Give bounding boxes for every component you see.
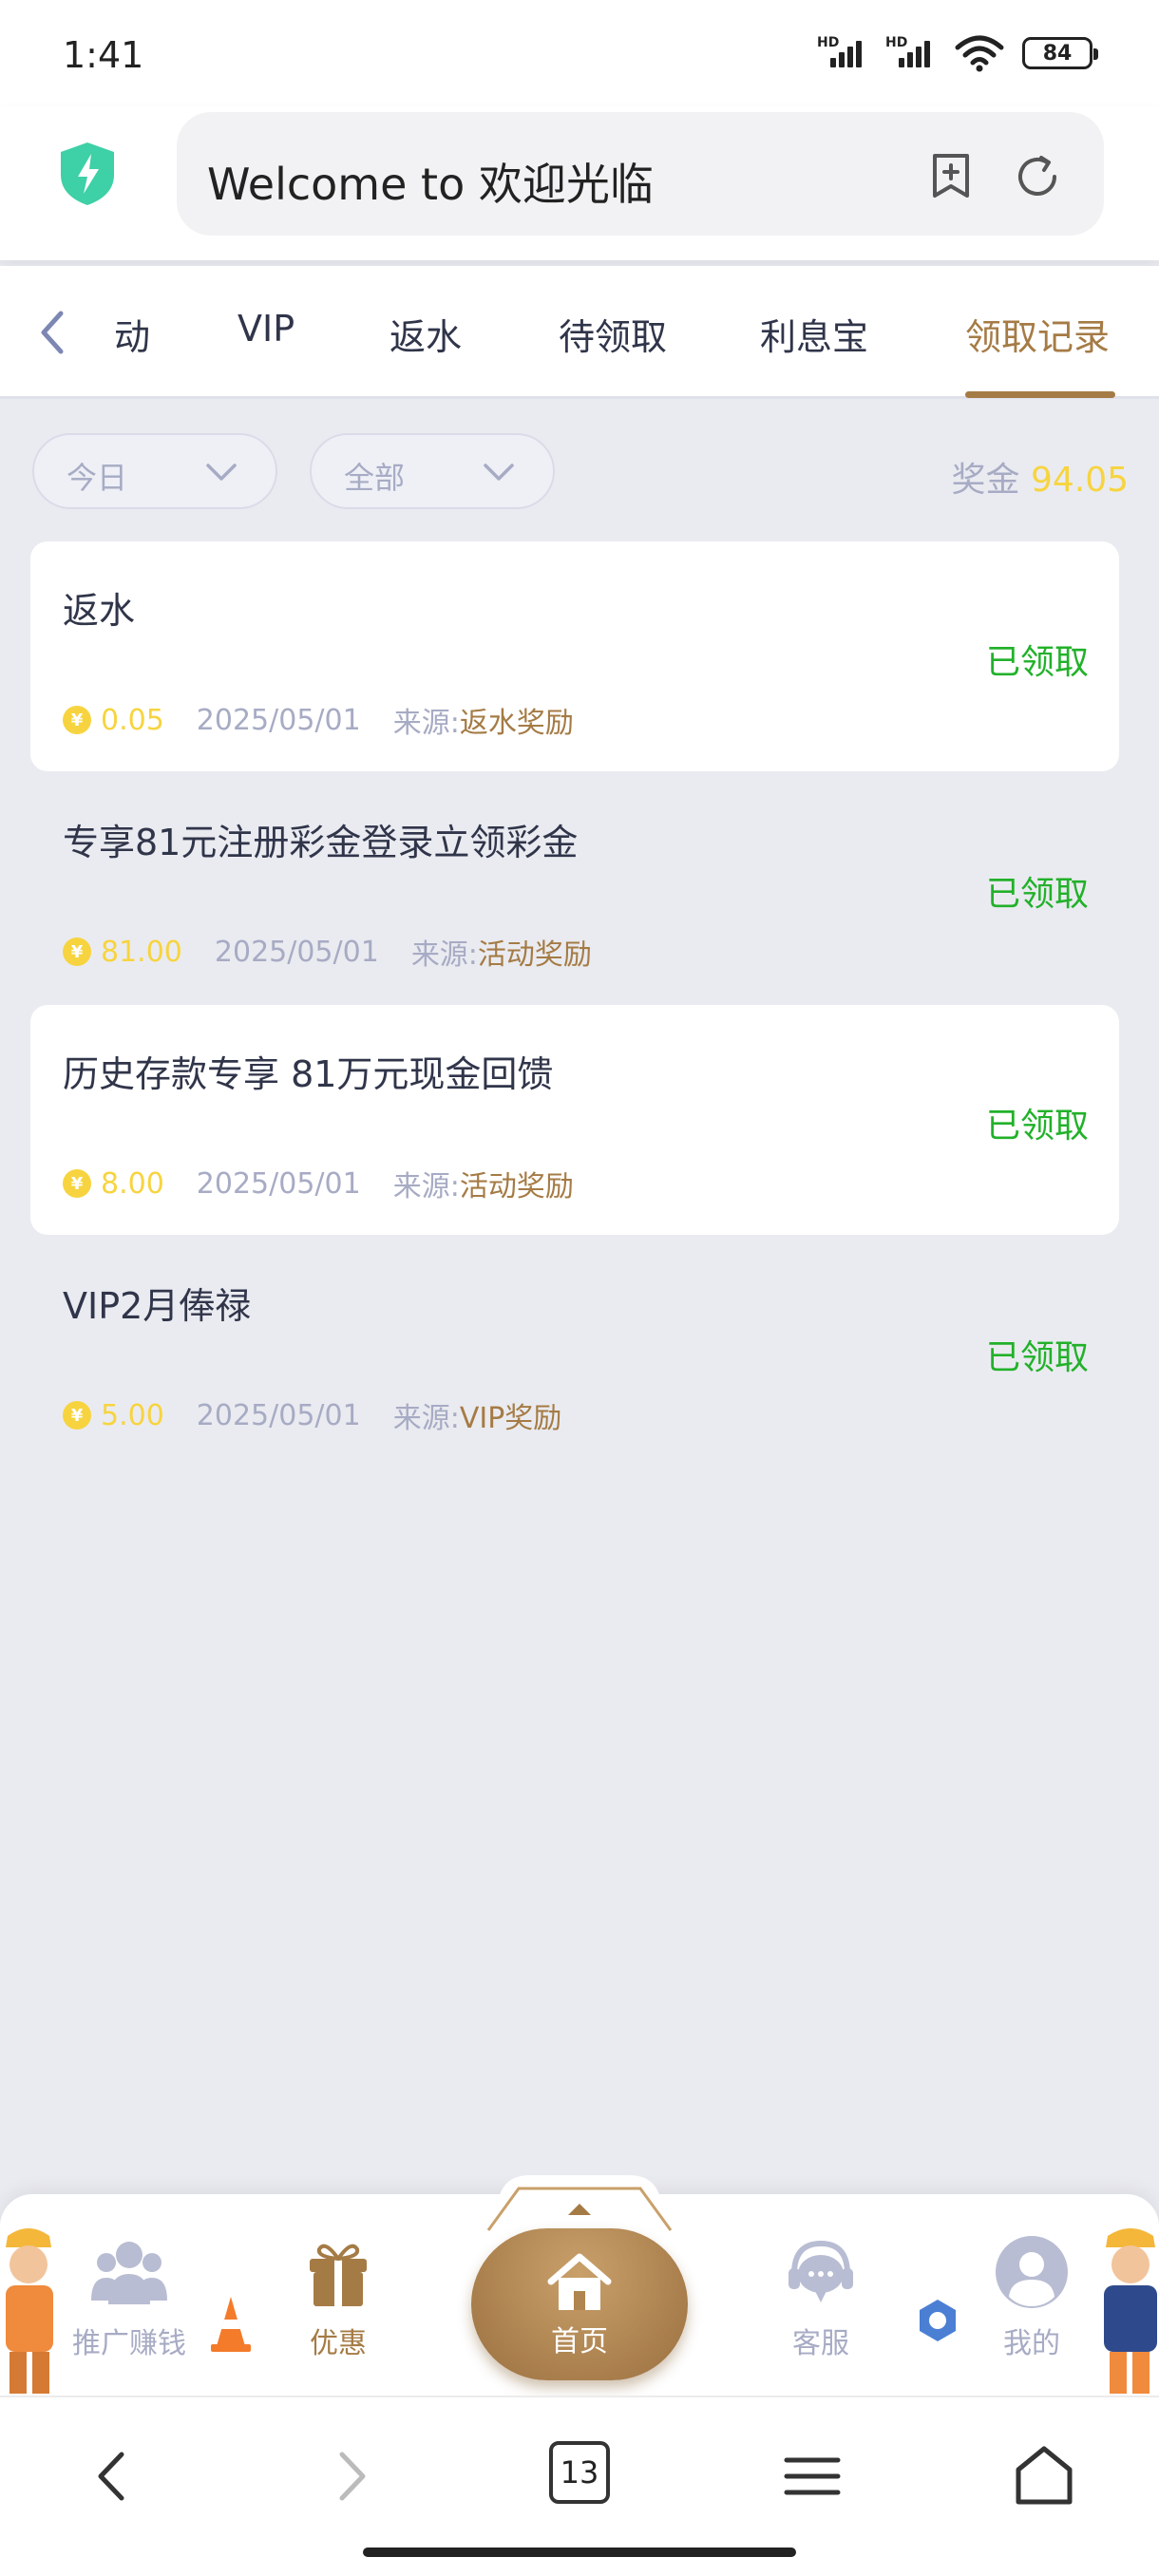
menu-icon[interactable] xyxy=(777,2441,847,2511)
chevron-down-icon xyxy=(484,464,514,481)
worker-illustration xyxy=(1104,2228,1157,2394)
nav-service-label: 客服 xyxy=(792,2327,849,2360)
record-title: 历史存款专享 81万元现金回馈 xyxy=(63,1053,554,1095)
home-icon xyxy=(547,2253,612,2310)
battery-icon: 84 xyxy=(1022,37,1098,69)
tab-activity[interactable]: 动 xyxy=(114,308,150,360)
bonus-total: 奖金 94.05 xyxy=(951,452,1129,502)
record-title: 专享81元注册彩金登录立领彩金 xyxy=(63,822,579,863)
record-amount: 0.05 xyxy=(101,703,164,737)
shield-icon[interactable] xyxy=(57,141,118,207)
bonus-label: 奖金 xyxy=(951,461,1020,500)
coin-icon: ¥ xyxy=(63,706,91,734)
tab-vip[interactable]: VIP xyxy=(238,308,294,350)
source-label: 来源: xyxy=(392,1170,460,1203)
reload-icon[interactable] xyxy=(1013,152,1062,201)
status-badge: 已领取 xyxy=(985,875,1089,914)
tab-count-button[interactable]: 13 xyxy=(549,2441,610,2504)
list-item: 返水 已领取 ¥ 0.05 2025/05/01 来源: 返水奖励 xyxy=(30,541,1119,771)
record-date: 2025/05/01 xyxy=(214,935,379,969)
headset-icon xyxy=(788,2240,853,2302)
source-value: 活动奖励 xyxy=(459,1170,574,1203)
record-amount: 81.00 xyxy=(101,935,182,969)
coin-icon: ¥ xyxy=(63,1169,91,1198)
source-value: 活动奖励 xyxy=(477,938,592,972)
traffic-cone-icon xyxy=(211,2297,251,2352)
tab-rebate[interactable]: 返水 xyxy=(390,308,462,360)
worker-illustration xyxy=(6,2228,53,2394)
record-title: 返水 xyxy=(63,590,136,632)
source-value: 返水奖励 xyxy=(459,707,574,740)
tab-claim-history[interactable]: 领取记录 xyxy=(965,308,1110,360)
record-meta: ¥ 81.00 2025/05/01 来源: 活动奖励 xyxy=(63,933,592,972)
coin-icon: ¥ xyxy=(63,1401,91,1430)
gift-icon xyxy=(310,2244,367,2306)
address-field[interactable]: Welcome to 欢迎光临 xyxy=(177,112,1104,236)
category-tabs: 动 VIP 返水 待领取 利息宝 领取记录 xyxy=(0,266,1159,399)
record-meta: ¥ 5.00 2025/05/01 来源: VIP奖励 xyxy=(63,1396,562,1435)
status-time: 1:41 xyxy=(63,34,144,76)
list-item: VIP2月俸禄 已领取 ¥ 5.00 2025/05/01 来源: VIP奖励 xyxy=(30,1237,1119,1467)
bonus-value: 94.05 xyxy=(1030,461,1129,500)
source-label: 来源: xyxy=(410,938,478,972)
forward-icon[interactable] xyxy=(314,2441,384,2511)
signal-icon: HD xyxy=(817,35,868,71)
tab-pending[interactable]: 待领取 xyxy=(559,308,667,360)
user-avatar-icon xyxy=(996,2236,1068,2308)
date-filter-dropdown[interactable]: 今日 xyxy=(32,433,277,509)
source-label: 来源: xyxy=(392,707,460,740)
status-bar: 1:41 HD HD 84 xyxy=(0,0,1159,106)
record-title: VIP2月俸禄 xyxy=(63,1285,252,1327)
status-icons: HD HD 84 xyxy=(817,34,1098,72)
record-meta: ¥ 0.05 2025/05/01 来源: 返水奖励 xyxy=(63,701,574,740)
nav-offers[interactable]: 优惠 xyxy=(262,2234,414,2377)
add-bookmark-icon[interactable] xyxy=(927,152,975,199)
home-label: 首页 xyxy=(551,2325,608,2358)
chevron-down-icon xyxy=(206,464,237,481)
date-filter-value: 今日 xyxy=(66,460,128,496)
users-icon xyxy=(91,2242,167,2304)
signal-icon: HD xyxy=(885,35,937,71)
back-icon[interactable] xyxy=(80,2441,150,2511)
tab-interest[interactable]: 利息宝 xyxy=(760,308,868,360)
source-label: 来源: xyxy=(392,1402,460,1435)
record-meta: ¥ 8.00 2025/05/01 来源: 活动奖励 xyxy=(63,1165,574,1203)
home-button[interactable]: 首页 xyxy=(471,2228,688,2380)
record-date: 2025/05/01 xyxy=(196,1166,361,1201)
record-date: 2025/05/01 xyxy=(196,1398,361,1432)
chevron-left-icon[interactable] xyxy=(34,308,68,357)
browser-address-bar: Welcome to 欢迎光临 xyxy=(0,106,1159,260)
hex-nut-icon xyxy=(920,2300,956,2341)
status-badge: 已领取 xyxy=(985,1107,1089,1146)
page-title[interactable]: Welcome to 欢迎光临 xyxy=(207,150,654,213)
status-badge: 已领取 xyxy=(985,643,1089,682)
nav-service[interactable]: 客服 xyxy=(745,2234,897,2377)
coin-icon: ¥ xyxy=(63,938,91,966)
type-filter-value: 全部 xyxy=(344,460,406,496)
type-filter-dropdown[interactable]: 全部 xyxy=(310,433,555,509)
active-tab-indicator xyxy=(965,391,1115,398)
list-item: 历史存款专享 81万元现金回馈 已领取 ¥ 8.00 2025/05/01 来源… xyxy=(30,1005,1119,1235)
wifi-icon xyxy=(955,35,1004,72)
record-amount: 8.00 xyxy=(101,1166,164,1201)
record-amount: 5.00 xyxy=(101,1398,164,1432)
source-value: VIP奖励 xyxy=(459,1402,562,1435)
nav-offers-label: 优惠 xyxy=(310,2327,367,2360)
status-badge: 已领取 xyxy=(985,1338,1089,1377)
home-indicator[interactable] xyxy=(363,2548,796,2557)
list-item: 专享81元注册彩金登录立领彩金 已领取 ¥ 81.00 2025/05/01 来… xyxy=(30,773,1119,1003)
home-page-icon[interactable] xyxy=(1009,2441,1079,2511)
record-date: 2025/05/01 xyxy=(196,703,361,737)
